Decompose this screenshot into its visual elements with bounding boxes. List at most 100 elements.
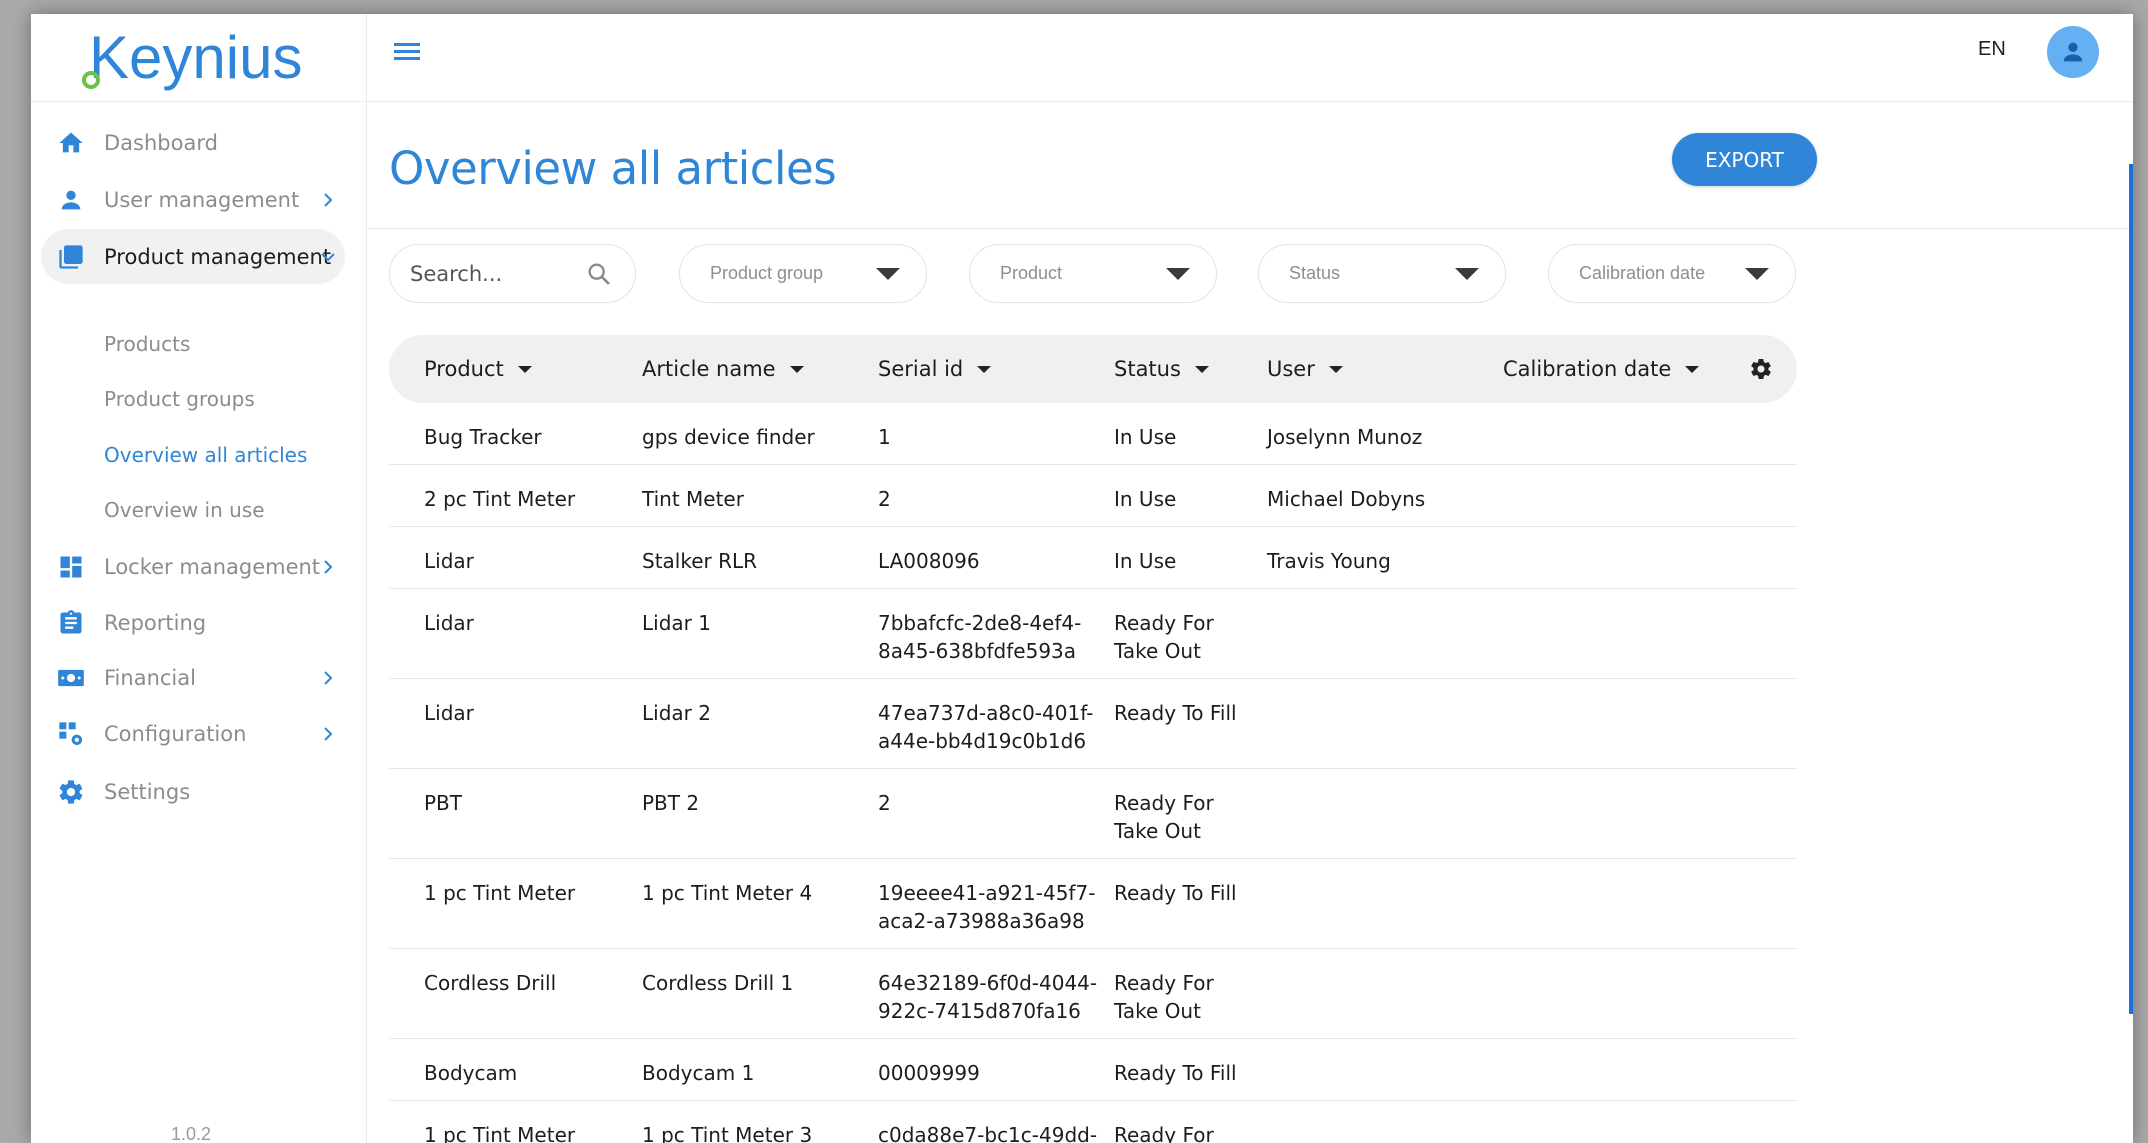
cell-serial-id: 00009999 (878, 1061, 980, 1085)
cell-serial-id: 2 (878, 487, 891, 511)
gear-icon (57, 778, 85, 806)
sidebar-item-configuration[interactable]: Configuration (41, 706, 345, 761)
cell-article-name: PBT 2 (642, 791, 700, 815)
cell-article-name: Cordless Drill 1 (642, 971, 794, 995)
cell-status: Ready For Take Out (1114, 971, 1214, 1023)
cell-serial-id: 19eeee41-a921-45f7- aca2-a73988a36a98 (878, 881, 1096, 933)
cell-article-name: gps device finder (642, 425, 815, 449)
sidebar-item-financial[interactable]: Financial (41, 650, 345, 705)
cell-status: Ready To Fill (1114, 701, 1237, 725)
topbar: EN (367, 14, 2133, 102)
chevron-right-icon (318, 724, 338, 744)
cell-product: Lidar (424, 611, 474, 635)
sidebar-item-user-management[interactable]: User management (41, 172, 345, 227)
cell-status: In Use (1114, 487, 1177, 511)
cell-serial-id: 1 (878, 425, 891, 449)
cell-article-name: Bodycam 1 (642, 1061, 755, 1085)
chevron-right-icon (318, 668, 338, 688)
caret-down-icon (1745, 267, 1769, 280)
svg-text:Keynius: Keynius (89, 24, 302, 91)
column-header-product[interactable]: Product (424, 335, 532, 403)
table-row[interactable]: PBT PBT 2 2 Ready For Take Out (389, 769, 1797, 859)
money-icon (57, 664, 85, 692)
sort-icon (1194, 365, 1209, 373)
sidebar-item-reporting[interactable]: Reporting (41, 595, 345, 650)
language-selector[interactable]: EN (1978, 38, 2006, 61)
search-icon[interactable] (585, 260, 613, 293)
table-row[interactable]: Lidar Stalker RLR LA008096 In Use Travis You… (389, 527, 1797, 589)
caret-down-icon (876, 267, 900, 280)
sort-icon (1685, 365, 1700, 373)
sidebar-item-dashboard[interactable]: Dashboard (41, 115, 345, 170)
cell-status: In Use (1114, 425, 1177, 449)
sidebar-subitem-overview-all-articles[interactable]: Overview all articles (104, 443, 307, 467)
cell-article-name: Lidar 2 (642, 701, 711, 725)
cell-product: Cordless Drill (424, 971, 557, 995)
sort-icon (517, 365, 532, 373)
column-header-status[interactable]: Status (1114, 335, 1209, 403)
cell-article-name: 1 pc Tint Meter 4 (642, 881, 813, 905)
product-select[interactable]: Product (969, 244, 1217, 303)
table-header: Product Article name Serial id Status Us… (389, 335, 1797, 403)
product-group-select[interactable]: Product group (679, 244, 927, 303)
sidebar-item-label: Settings (104, 779, 191, 804)
page-title: Overview all articles (389, 142, 837, 195)
cell-article-name: Lidar 1 (642, 611, 711, 635)
menu-icon[interactable] (392, 38, 422, 66)
home-icon (57, 129, 85, 157)
sidebar-subitem-products[interactable]: Products (104, 332, 190, 356)
cell-status: Ready For (1114, 1123, 1214, 1143)
table-row[interactable]: Lidar Lidar 2 47ea737d-a8c0-401f- a44e-bb4… (389, 679, 1797, 769)
table-row[interactable]: Bodycam Bodycam 1 00009999 Ready To Fill (389, 1039, 1797, 1101)
table-row[interactable]: 1 pc Tint Meter 1 pc Tint Meter 3 c0da88e7… (389, 1101, 1797, 1143)
sidebar-item-label: Configuration (104, 721, 247, 746)
sidebar-subitem-product-groups[interactable]: Product groups (104, 387, 255, 411)
cell-serial-id: 2 (878, 791, 891, 815)
cell-status: In Use (1114, 549, 1177, 573)
select-placeholder: Product (1000, 263, 1063, 283)
cell-product: Lidar (424, 701, 474, 725)
select-placeholder: Status (1289, 263, 1341, 283)
calibration-date-select[interactable]: Calibration date (1548, 244, 1796, 303)
search-box (389, 244, 636, 303)
sidebar-item-label: Reporting (104, 610, 207, 635)
cell-status: Ready For Take Out (1114, 791, 1214, 843)
grid-icon (57, 553, 85, 581)
column-header-user[interactable]: User (1267, 335, 1343, 403)
column-settings-icon[interactable] (1749, 357, 1773, 386)
sidebar-item-label: Locker management (104, 554, 321, 579)
table-row[interactable]: Bug Tracker gps device finder 1 In Use Josel… (389, 403, 1797, 465)
sidebar-item-settings[interactable]: Settings (41, 764, 345, 819)
sidebar: Keynius Dashboard User management Produc… (31, 14, 367, 1143)
sort-icon (1328, 365, 1343, 373)
cell-status: Ready For Take Out (1114, 611, 1214, 663)
cell-product: 2 pc Tint Meter (424, 487, 576, 511)
cell-product: PBT (424, 791, 462, 815)
table-row[interactable]: 2 pc Tint Meter Tint Meter 2 In Use Michael … (389, 465, 1797, 527)
logo-area: Keynius (31, 14, 366, 102)
column-header-calibration-date[interactable]: Calibration date (1503, 335, 1700, 403)
column-header-article-name[interactable]: Article name (642, 335, 804, 403)
search-input[interactable] (410, 259, 570, 289)
select-placeholder: Product group (710, 263, 824, 283)
table-row[interactable]: Lidar Lidar 1 7bbafcfc-2de8-4ef4- 8a45-638… (389, 589, 1797, 679)
articles-table: Product Article name Serial id Status Us… (389, 335, 1797, 1143)
user-icon (57, 186, 85, 214)
sidebar-subitem-overview-in-use[interactable]: Overview in use (104, 498, 265, 522)
status-select[interactable]: Status (1258, 244, 1506, 303)
scrollbar[interactable] (2129, 164, 2133, 1014)
avatar[interactable] (2047, 26, 2099, 78)
table-row[interactable]: 1 pc Tint Meter 1 pc Tint Meter 4 19eeee41… (389, 859, 1797, 949)
cell-serial-id: LA008096 (878, 549, 980, 573)
cell-user: Michael Dobyns (1267, 487, 1426, 511)
cell-product: Bug Tracker (424, 425, 542, 449)
column-header-serial-id[interactable]: Serial id (878, 335, 992, 403)
sidebar-item-product-management[interactable]: Product management (41, 229, 345, 284)
sidebar-item-locker-management[interactable]: Locker management (41, 539, 345, 594)
cell-product: 1 pc Tint Meter (424, 881, 576, 905)
app-window: Keynius Dashboard User management Produc… (31, 14, 2133, 1143)
keynius-logo[interactable]: Keynius (79, 20, 324, 100)
cell-serial-id: c0da88e7-bc1c-49dd- (878, 1123, 1098, 1143)
table-row[interactable]: Cordless Drill Cordless Drill 1 64e32189-6… (389, 949, 1797, 1039)
export-button[interactable]: EXPORT (1672, 133, 1817, 186)
